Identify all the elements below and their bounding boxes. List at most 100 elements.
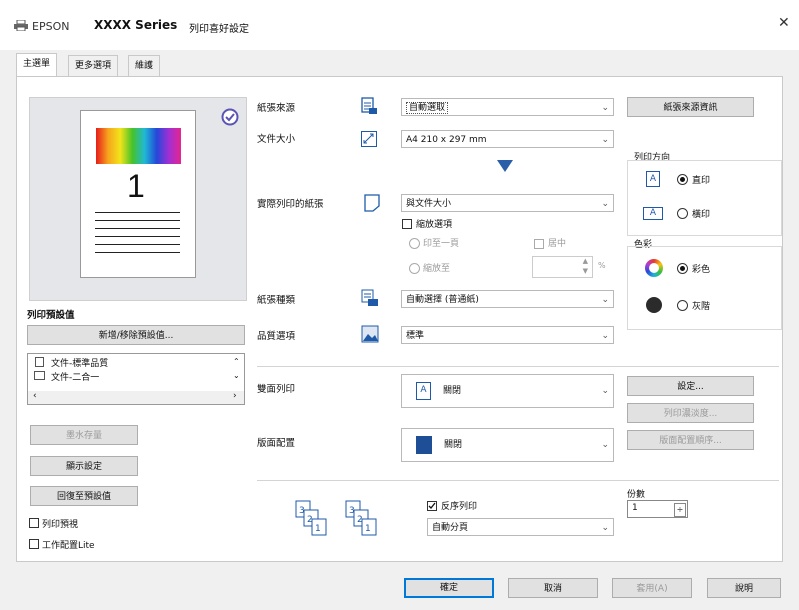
chevron-down-icon[interactable]: ⌄ <box>233 371 240 380</box>
separator <box>257 366 779 367</box>
chevron-down-icon: ⌄ <box>601 135 609 145</box>
quality-icon <box>361 325 379 343</box>
printer-icon <box>14 19 28 32</box>
quality-select[interactable]: 標準 ⌄ <box>401 326 614 344</box>
collate-value: 自動分頁 <box>432 523 469 533</box>
paper-size-label: 文件大小 <box>257 134 296 145</box>
svg-text:1: 1 <box>365 524 371 534</box>
separator <box>257 480 779 481</box>
horizontal-scrollbar[interactable] <box>28 391 244 404</box>
add-remove-presets-button[interactable]: 新增/移除預設值... <box>27 325 245 345</box>
arrow-down-icon <box>497 160 513 175</box>
output-paper-icon <box>364 194 380 212</box>
ok-button[interactable]: 確定 <box>404 578 494 598</box>
copies-spinner[interactable]: 1 ÷ <box>627 500 688 518</box>
portrait-icon: A <box>646 171 660 187</box>
chevron-up-icon[interactable]: ⌃ <box>233 357 240 366</box>
paper-source-info-button[interactable]: 紙張來源資訊 <box>627 97 754 117</box>
output-paper-label: 實際列印的紙張 <box>257 199 324 210</box>
page-order-button[interactable]: 版面配置順序... <box>627 430 754 450</box>
window-brand: EPSON <box>32 20 70 33</box>
cancel-button[interactable]: 取消 <box>508 578 598 598</box>
print-density-button[interactable]: 列印濃淡度... <box>627 403 754 423</box>
paper-source-select[interactable]: 自動選取 ⌄ <box>401 98 614 116</box>
paper-type-icon <box>361 289 379 307</box>
tab-more-options[interactable]: 更多選項 <box>68 55 119 76</box>
tab-main[interactable]: 主選單 <box>16 53 58 77</box>
reverse-order-label: 反序列印 <box>441 502 478 512</box>
print-preview-checkbox[interactable] <box>29 518 39 528</box>
tab-maintenance[interactable]: 維護 <box>128 55 161 76</box>
center-label: 居中 <box>548 239 567 249</box>
color-radio[interactable] <box>677 263 688 274</box>
grayscale-label: 灰階 <box>692 302 711 312</box>
chevron-down-icon: ⌄ <box>601 199 609 209</box>
paper-source-label: 紙張來源 <box>257 103 296 114</box>
zoom-to-radio[interactable] <box>409 263 420 274</box>
duplex-value: 關閉 <box>443 386 462 396</box>
window-series: XXXX Series <box>94 18 178 32</box>
fit-to-page-label: 印至一頁 <box>423 239 460 249</box>
preset-item[interactable]: 文件-二合一 <box>51 370 99 383</box>
output-paper-value: 與文件大小 <box>406 199 452 209</box>
color-ring-icon <box>645 259 663 277</box>
ink-levels-button[interactable]: 墨水存量 <box>30 425 138 445</box>
chevron-down-icon: ⌄ <box>601 440 609 450</box>
color-label: 彩色 <box>692 265 711 275</box>
scroll-right-icon[interactable]: › <box>233 391 237 401</box>
reduce-enlarge-label: 縮放選項 <box>416 220 453 230</box>
copies-label: 份數 <box>627 490 646 500</box>
paper-type-value: 自動選擇 (普通紙) <box>406 295 479 305</box>
paper-size-value: A4 210 x 297 mm <box>406 135 487 145</box>
scroll-left-icon[interactable]: ‹ <box>33 391 37 401</box>
paper-source-icon <box>360 97 378 115</box>
duplex-settings-button[interactable]: 設定... <box>627 376 754 396</box>
show-settings-button[interactable]: 顯示設定 <box>30 456 138 476</box>
two-up-icon <box>34 371 45 380</box>
collate-select[interactable]: 自動分頁 ⌄ <box>427 518 614 536</box>
center-checkbox[interactable] <box>534 239 544 249</box>
fit-to-page-radio[interactable] <box>409 238 420 249</box>
portrait-radio[interactable] <box>677 174 688 185</box>
reduce-enlarge-checkbox[interactable] <box>402 219 412 229</box>
help-button[interactable]: 說明 <box>707 578 781 598</box>
check-circle-icon <box>221 108 239 126</box>
duplex-select[interactable]: A 關閉 ⌄ <box>401 374 614 408</box>
collate-pages-icon: 3 2 1 3 2 1 <box>295 500 395 540</box>
zoom-spinner[interactable]: ▲ ▼ <box>532 256 593 278</box>
spin-down-icon[interactable]: ▼ <box>583 267 588 275</box>
spin-up-icon[interactable]: ▲ <box>583 257 588 265</box>
copies-value[interactable]: 1 <box>632 503 638 513</box>
spin-buttons-icon[interactable]: ÷ <box>674 503 686 517</box>
grayscale-circle-icon <box>646 297 662 313</box>
preview-page-number: 1 <box>127 168 145 204</box>
svg-text:1: 1 <box>315 524 321 534</box>
grayscale-radio[interactable] <box>677 300 688 311</box>
job-arranger-label: 工作配置Lite <box>42 541 95 551</box>
output-paper-select[interactable]: 與文件大小 ⌄ <box>401 194 614 212</box>
paper-type-select[interactable]: 自動選擇 (普通紙) ⌄ <box>401 290 614 308</box>
paper-size-select[interactable]: A4 210 x 297 mm ⌄ <box>401 130 614 148</box>
paper-type-label: 紙張種類 <box>257 295 296 306</box>
multipage-label: 版面配置 <box>257 438 296 449</box>
multipage-icon <box>416 435 432 454</box>
preset-item[interactable]: 文件-標準品質 <box>51 356 108 369</box>
chevron-down-icon: ⌄ <box>601 103 609 113</box>
quality-label: 品質選項 <box>257 331 296 342</box>
apply-button[interactable]: 套用(A) <box>612 578 692 598</box>
paper-size-icon <box>361 131 377 147</box>
reverse-order-checkbox[interactable] <box>427 501 437 511</box>
chevron-down-icon: ⌄ <box>601 331 609 341</box>
paper-source-value: 自動選取 <box>406 102 449 114</box>
preview-lines <box>95 212 180 253</box>
chevron-down-icon: ⌄ <box>601 295 609 305</box>
restore-defaults-button[interactable]: 回復至預設值 <box>30 486 138 506</box>
multipage-value: 關閉 <box>444 440 463 450</box>
multipage-select[interactable]: 關閉 ⌄ <box>401 428 614 462</box>
portrait-label: 直印 <box>692 176 711 186</box>
landscape-icon: A <box>643 207 663 220</box>
document-icon <box>35 357 44 367</box>
job-arranger-checkbox[interactable] <box>29 539 39 549</box>
close-icon[interactable]: ✕ <box>778 15 790 31</box>
landscape-radio[interactable] <box>677 208 688 219</box>
